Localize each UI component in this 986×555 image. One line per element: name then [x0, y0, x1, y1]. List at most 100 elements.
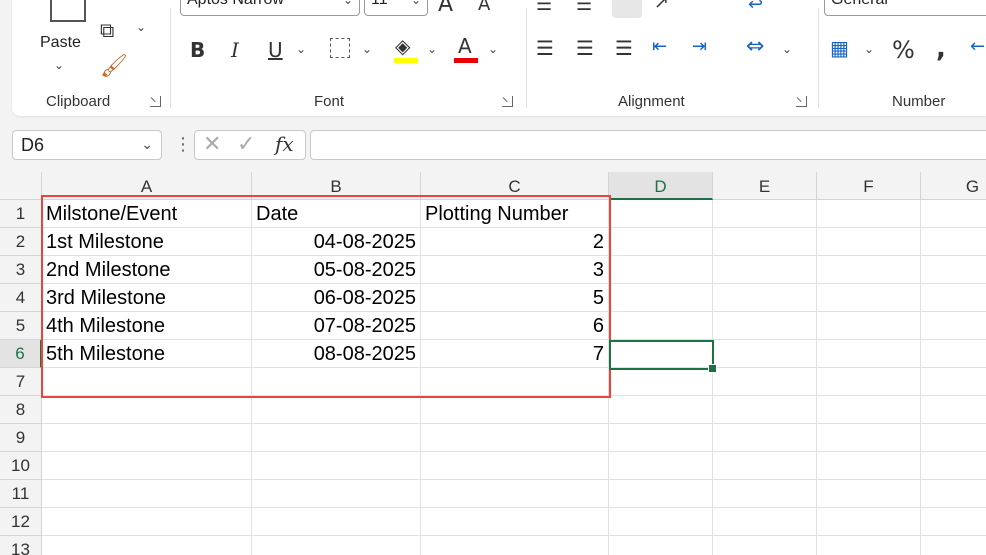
column-header-f[interactable]: F — [817, 172, 921, 200]
row-header-13[interactable]: 13 — [0, 536, 42, 555]
cell-e7[interactable] — [713, 368, 817, 396]
percent-style-icon[interactable]: % — [892, 38, 915, 62]
cell-g6[interactable] — [921, 340, 986, 368]
clipboard-launcher-icon[interactable] — [150, 96, 161, 107]
cell-c11[interactable] — [421, 480, 609, 508]
merge-center-icon[interactable]: ⇔ — [746, 36, 764, 58]
bottom-align-icon[interactable] — [612, 0, 642, 18]
cell-c12[interactable] — [421, 508, 609, 536]
cell-e2[interactable] — [713, 228, 817, 256]
row-header-1[interactable]: 1 — [0, 200, 42, 228]
middle-align-icon[interactable]: ☰ — [576, 0, 592, 14]
format-painter-icon[interactable]: 🖌 — [100, 56, 128, 78]
formula-input[interactable] — [310, 130, 986, 160]
fill-color-chevron-icon[interactable]: ⌄ — [427, 42, 437, 56]
cell-e5[interactable] — [713, 312, 817, 340]
increase-indent-icon[interactable]: ⇥ — [692, 38, 707, 56]
fill-color-icon[interactable]: ◈ — [395, 36, 410, 56]
cell-d8[interactable] — [609, 396, 713, 424]
borders-icon[interactable] — [330, 38, 350, 58]
cell-b10[interactable] — [252, 452, 421, 480]
column-header-e[interactable]: E — [713, 172, 817, 200]
column-header-g[interactable]: G — [921, 172, 986, 200]
copy-icon[interactable]: ⧉ — [100, 20, 114, 40]
cell-e3[interactable] — [713, 256, 817, 284]
row-header-4[interactable]: 4 — [0, 284, 42, 312]
cell-d9[interactable] — [609, 424, 713, 452]
cell-f8[interactable] — [817, 396, 921, 424]
cell-d12[interactable] — [609, 508, 713, 536]
row-header-10[interactable]: 10 — [0, 452, 42, 480]
accounting-format-icon[interactable]: ▦ — [830, 38, 849, 58]
cell-f11[interactable] — [817, 480, 921, 508]
cell-e1[interactable] — [713, 200, 817, 228]
cell-f1[interactable] — [817, 200, 921, 228]
row-header-8[interactable]: 8 — [0, 396, 42, 424]
cell-c10[interactable] — [421, 452, 609, 480]
font-color-chevron-icon[interactable]: ⌄ — [488, 42, 498, 56]
copy-dropdown-chevron-icon[interactable]: ⌄ — [136, 20, 146, 34]
cell-e6[interactable] — [713, 340, 817, 368]
cell-e4[interactable] — [713, 284, 817, 312]
row-header-2[interactable]: 2 — [0, 228, 42, 256]
cell-a12[interactable] — [42, 508, 252, 536]
cell-b11[interactable] — [252, 480, 421, 508]
font-launcher-icon[interactable] — [502, 96, 513, 107]
align-right-icon[interactable]: ☰ — [615, 38, 633, 58]
cell-b12[interactable] — [252, 508, 421, 536]
cell-e12[interactable] — [713, 508, 817, 536]
cell-g3[interactable] — [921, 256, 986, 284]
name-box-chevron-icon[interactable]: ⌄ — [141, 137, 153, 153]
row-header-7[interactable]: 7 — [0, 368, 42, 396]
cell-g2[interactable] — [921, 228, 986, 256]
align-left-icon[interactable]: ☰ — [536, 38, 554, 58]
cell-c8[interactable] — [421, 396, 609, 424]
row-header-12[interactable]: 12 — [0, 508, 42, 536]
merge-center-chevron-icon[interactable]: ⌄ — [782, 42, 792, 56]
row-header-9[interactable]: 9 — [0, 424, 42, 452]
cell-g4[interactable] — [921, 284, 986, 312]
row-header-6[interactable]: 6 — [0, 340, 42, 368]
cell-g10[interactable] — [921, 452, 986, 480]
name-box[interactable]: D6 ⌄ — [12, 130, 162, 160]
cell-e9[interactable] — [713, 424, 817, 452]
cell-d5[interactable] — [609, 312, 713, 340]
wrap-text-icon[interactable]: ↩ — [748, 0, 763, 14]
insert-function-icon[interactable]: fx — [275, 134, 294, 154]
cell-g8[interactable] — [921, 396, 986, 424]
cell-f9[interactable] — [817, 424, 921, 452]
increase-font-size-icon[interactable]: A — [438, 0, 453, 16]
cell-d11[interactable] — [609, 480, 713, 508]
comma-style-icon[interactable]: , — [936, 36, 946, 62]
more-options-icon[interactable]: ⋮ — [174, 136, 192, 154]
number-format-combo[interactable]: General — [824, 0, 986, 16]
underline-chevron-icon[interactable]: ⌄ — [296, 42, 306, 56]
cell-b13[interactable] — [252, 536, 421, 555]
cell-f12[interactable] — [817, 508, 921, 536]
cell-b8[interactable] — [252, 396, 421, 424]
font-color-icon[interactable]: A — [458, 36, 472, 56]
cell-g11[interactable] — [921, 480, 986, 508]
fill-handle[interactable] — [708, 364, 717, 373]
cell-f3[interactable] — [817, 256, 921, 284]
cell-d4[interactable] — [609, 284, 713, 312]
cell-f6[interactable] — [817, 340, 921, 368]
cell-g12[interactable] — [921, 508, 986, 536]
cell-g13[interactable] — [921, 536, 986, 555]
paste-button[interactable]: Paste — [40, 34, 81, 52]
cell-f13[interactable] — [817, 536, 921, 555]
cell-e11[interactable] — [713, 480, 817, 508]
bold-icon[interactable]: B — [190, 40, 205, 60]
cell-d3[interactable] — [609, 256, 713, 284]
underline-icon[interactable]: U — [268, 40, 283, 60]
cell-g9[interactable] — [921, 424, 986, 452]
increase-decimal-icon[interactable]: ← — [970, 38, 985, 56]
paste-icon[interactable] — [50, 0, 86, 22]
cell-d7[interactable] — [609, 368, 713, 396]
cell-g1[interactable] — [921, 200, 986, 228]
cell-f4[interactable] — [817, 284, 921, 312]
row-header-5[interactable]: 5 — [0, 312, 42, 340]
select-all-corner[interactable] — [0, 172, 42, 200]
cell-d13[interactable] — [609, 536, 713, 555]
font-name-combo[interactable]: Aptos Narrow ⌄ — [180, 0, 360, 16]
